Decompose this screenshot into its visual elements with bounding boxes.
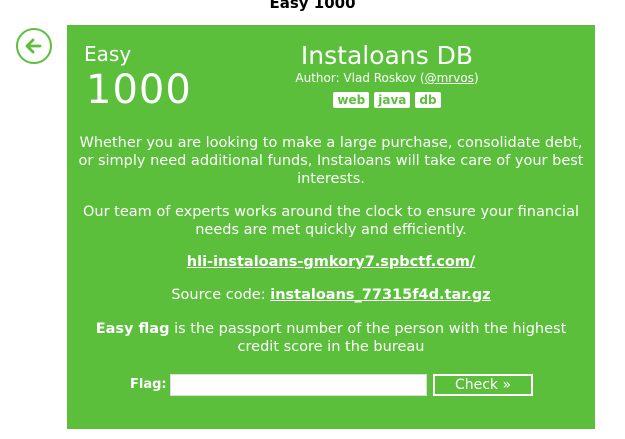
flag-input[interactable] — [170, 374, 427, 396]
author-suffix: ) — [473, 71, 479, 85]
task-description-2: Our team of experts works around the clo… — [83, 204, 579, 238]
tag-db: db — [415, 92, 441, 108]
back-button[interactable] — [16, 28, 52, 64]
tag-list: web java db — [247, 92, 527, 108]
task-page: Easy 1000 Easy 1000 Instaloans DB Author… — [0, 0, 625, 439]
source-code-line: Source code: instaloans_77315f4d.tar.gz — [77, 287, 585, 303]
tag-java: java — [374, 92, 411, 108]
difficulty-label: Easy — [84, 42, 132, 66]
author-line: Author: Vlad Roskov (@mrvos) — [247, 71, 527, 85]
flag-description: Easy flag is the passport number of the … — [77, 320, 585, 356]
author-prefix: Author: Vlad Roskov ( — [295, 71, 425, 85]
source-code-label: Source code: — [171, 287, 271, 303]
points-value: 1000 — [86, 67, 192, 113]
flag-form: Flag: Check » — [67, 373, 595, 397]
service-url-link[interactable]: hli-instaloans-gmkory7.spbctf.com/ — [187, 254, 475, 270]
arrow-left-icon — [24, 36, 44, 56]
task-card: Easy 1000 Instaloans DB Author: Vlad Ros… — [67, 25, 595, 429]
tag-web: web — [333, 92, 370, 108]
source-code-link[interactable]: instaloans_77315f4d.tar.gz — [270, 287, 490, 303]
service-link-line: hli-instaloans-gmkory7.spbctf.com/ — [77, 254, 585, 270]
flag-label: Flag: — [130, 377, 167, 392]
author-handle-link[interactable]: @mrvos — [425, 71, 474, 85]
flag-desc-bold: Easy flag — [95, 321, 170, 337]
page-heading: Easy 1000 — [269, 0, 356, 12]
check-button[interactable]: Check » — [433, 374, 533, 396]
task-title: Instaloans DB — [300, 41, 474, 70]
flag-desc-text: is the passport number of the person wit… — [169, 321, 567, 355]
task-description-1: Whether you are looking to make a large … — [78, 135, 584, 187]
